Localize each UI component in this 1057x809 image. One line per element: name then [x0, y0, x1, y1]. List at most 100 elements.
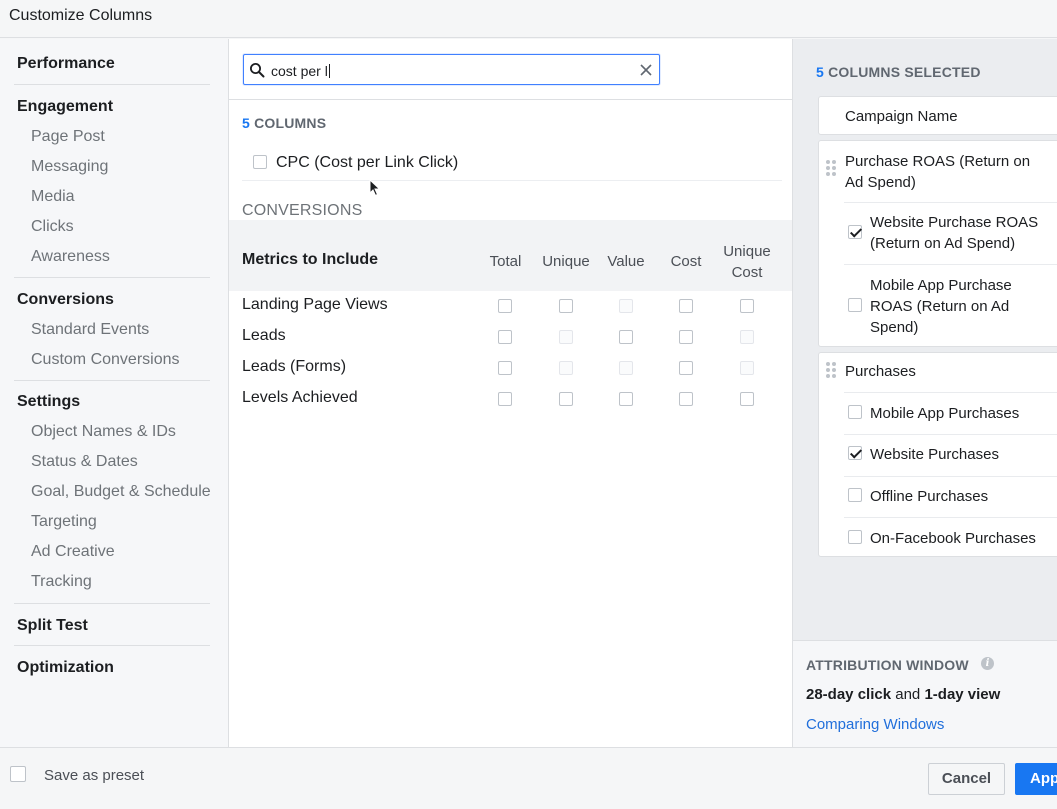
selected-subitem[interactable]: On-Facebook Purchases: [844, 517, 1057, 558]
metric-checkbox-value[interactable]: [619, 330, 633, 344]
subitem-label: Mobile App Purchases: [870, 405, 1020, 422]
attribution-window: ATTRIBUTION WINDOW i 28-day click and 1-…: [793, 640, 1057, 747]
table-row: Leads (Forms): [229, 353, 792, 384]
category-sidebar: Performance Engagement Page Post Messagi…: [0, 39, 229, 747]
dialog-title: Customize Columns: [9, 7, 153, 24]
metric-label: Leads: [242, 327, 286, 344]
sidebar-item-clicks[interactable]: Clicks: [31, 218, 74, 236]
info-icon[interactable]: i: [981, 657, 994, 670]
cpc-checkbox[interactable]: [253, 155, 267, 169]
drag-handle-icon[interactable]: [826, 160, 836, 180]
metric-checkbox-total[interactable]: [498, 392, 512, 406]
column-header-unique: Unique: [542, 253, 590, 270]
sidebar-divider: [14, 277, 210, 278]
metric-checkbox-cost[interactable]: [679, 361, 693, 375]
subitem-label: On-Facebook Purchases: [870, 530, 1036, 547]
sidebar-item-ad-creative[interactable]: Ad Creative: [31, 543, 115, 561]
selected-subitem[interactable]: Website Purchases: [844, 434, 1057, 475]
search-value[interactable]: cost per l: [271, 63, 330, 79]
column-header-value: Value: [607, 253, 645, 270]
column-results-panel: cost per l 5 COLUMNS CPC (Cost per Link …: [229, 39, 792, 747]
metric-checkbox-total[interactable]: [498, 299, 512, 313]
subitem-checkbox[interactable]: [848, 530, 862, 544]
metric-checkbox-unique-cost: [740, 361, 754, 375]
sidebar-item-custom-conversions[interactable]: Custom Conversions: [31, 351, 180, 369]
sidebar-item-optimization[interactable]: Optimization: [17, 659, 114, 677]
metric-label: Leads (Forms): [242, 358, 347, 375]
sidebar-item-tracking[interactable]: Tracking: [31, 573, 92, 591]
save-preset-label[interactable]: Save as preset: [44, 767, 144, 784]
table-row: Leads: [229, 322, 792, 353]
sidebar-item-object-names[interactable]: Object Names & IDs: [31, 423, 176, 441]
metric-label: Levels Achieved: [242, 389, 358, 406]
sidebar-divider: [14, 84, 210, 85]
mouse-cursor-icon: [369, 179, 381, 197]
metrics-header-title: Metrics to Include: [242, 251, 379, 268]
sidebar-item-awareness[interactable]: Awareness: [31, 248, 110, 266]
metric-checkbox-unique: [559, 361, 573, 375]
sidebar-item-standard-events[interactable]: Standard Events: [31, 321, 149, 339]
sidebar-divider: [14, 645, 210, 646]
table-row: Levels Achieved: [229, 384, 792, 415]
metric-checkbox-unique: [559, 330, 573, 344]
metric-checkbox-total[interactable]: [498, 361, 512, 375]
attribution-description: 28-day click and 1-day view: [806, 686, 1001, 703]
comparing-windows-link[interactable]: Comparing Windows: [806, 716, 944, 733]
subitem-label: Mobile App Purchase ROAS (Return on Ad S…: [870, 277, 1012, 336]
selected-subitem[interactable]: Offline Purchases: [844, 476, 1057, 517]
subitem-checkbox[interactable]: [848, 488, 862, 502]
selected-group-roas[interactable]: Purchase ROAS (Return on Ad Spend) Websi…: [818, 140, 1057, 347]
selected-subitem[interactable]: Mobile App Purchases: [844, 392, 1057, 433]
sidebar-item-targeting[interactable]: Targeting: [31, 513, 97, 531]
selected-item-label: Campaign Name: [845, 108, 958, 125]
apply-button[interactable]: Apply: [1015, 763, 1057, 795]
column-header-unique-cost: Unique Cost: [723, 243, 771, 281]
drag-handle-icon[interactable]: [826, 362, 836, 382]
selected-columns-panel: 5 COLUMNS SELECTED Campaign Name Purchas…: [792, 39, 1057, 747]
sidebar-item-performance[interactable]: Performance: [17, 55, 115, 73]
search-input[interactable]: cost per l: [243, 54, 660, 85]
metric-checkbox-unique[interactable]: [559, 392, 573, 406]
metric-checkbox-cost[interactable]: [679, 299, 693, 313]
selected-count: 5 COLUMNS SELECTED: [816, 64, 981, 80]
metric-checkbox-unique[interactable]: [559, 299, 573, 313]
sidebar-item-conversions[interactable]: Conversions: [17, 291, 114, 309]
metric-checkbox-cost[interactable]: [679, 392, 693, 406]
selected-subitem[interactable]: Mobile App Purchase ROAS (Return on Ad S…: [844, 264, 1057, 347]
sidebar-item-messaging[interactable]: Messaging: [31, 158, 108, 176]
cancel-button[interactable]: Cancel: [928, 763, 1005, 795]
divider: [242, 180, 782, 181]
metric-checkbox-cost[interactable]: [679, 330, 693, 344]
selected-group-purchases[interactable]: Purchases Mobile App Purchases Website P…: [818, 352, 1057, 557]
dialog-footer: Save as preset Cancel Apply: [0, 747, 1057, 809]
metric-checkbox-unique-cost[interactable]: [740, 299, 754, 313]
list-item-cpc[interactable]: CPC (Cost per Link Click): [242, 149, 662, 181]
subitem-checkbox[interactable]: [848, 225, 862, 239]
sidebar-item-goal-budget[interactable]: Goal, Budget & Schedule: [31, 483, 211, 501]
metric-checkbox-value: [619, 299, 633, 313]
sidebar-divider: [14, 603, 210, 604]
results-count: 5 COLUMNS: [242, 115, 327, 131]
group-title: Purchase ROAS (Return on Ad Spend): [845, 153, 1031, 191]
metric-checkbox-value[interactable]: [619, 392, 633, 406]
save-preset-checkbox[interactable]: [10, 766, 26, 782]
sidebar-item-status-dates[interactable]: Status & Dates: [31, 453, 138, 471]
metric-checkbox-unique-cost[interactable]: [740, 392, 754, 406]
subitem-checkbox[interactable]: [848, 446, 862, 460]
metrics-table-header: Metrics to Include Total Unique Value Co…: [229, 220, 792, 291]
selected-item-campaign-name[interactable]: Campaign Name: [818, 96, 1057, 135]
selected-subitem[interactable]: Website Purchase ROAS (Return on Ad Spen…: [844, 202, 1057, 262]
column-header-total: Total: [489, 253, 522, 270]
close-icon[interactable]: [638, 62, 654, 78]
table-row: Landing Page Views: [229, 291, 792, 322]
subitem-checkbox[interactable]: [848, 298, 862, 312]
sidebar-item-settings[interactable]: Settings: [17, 393, 80, 411]
sidebar-item-media[interactable]: Media: [31, 188, 75, 206]
sidebar-item-page-post[interactable]: Page Post: [31, 128, 105, 146]
group-title: Purchases: [845, 363, 916, 380]
sidebar-item-split-test[interactable]: Split Test: [17, 617, 88, 635]
metric-checkbox-total[interactable]: [498, 330, 512, 344]
subitem-label: Website Purchase ROAS (Return on Ad Spen…: [870, 214, 1039, 252]
sidebar-item-engagement[interactable]: Engagement: [17, 98, 113, 116]
subitem-checkbox[interactable]: [848, 405, 862, 419]
